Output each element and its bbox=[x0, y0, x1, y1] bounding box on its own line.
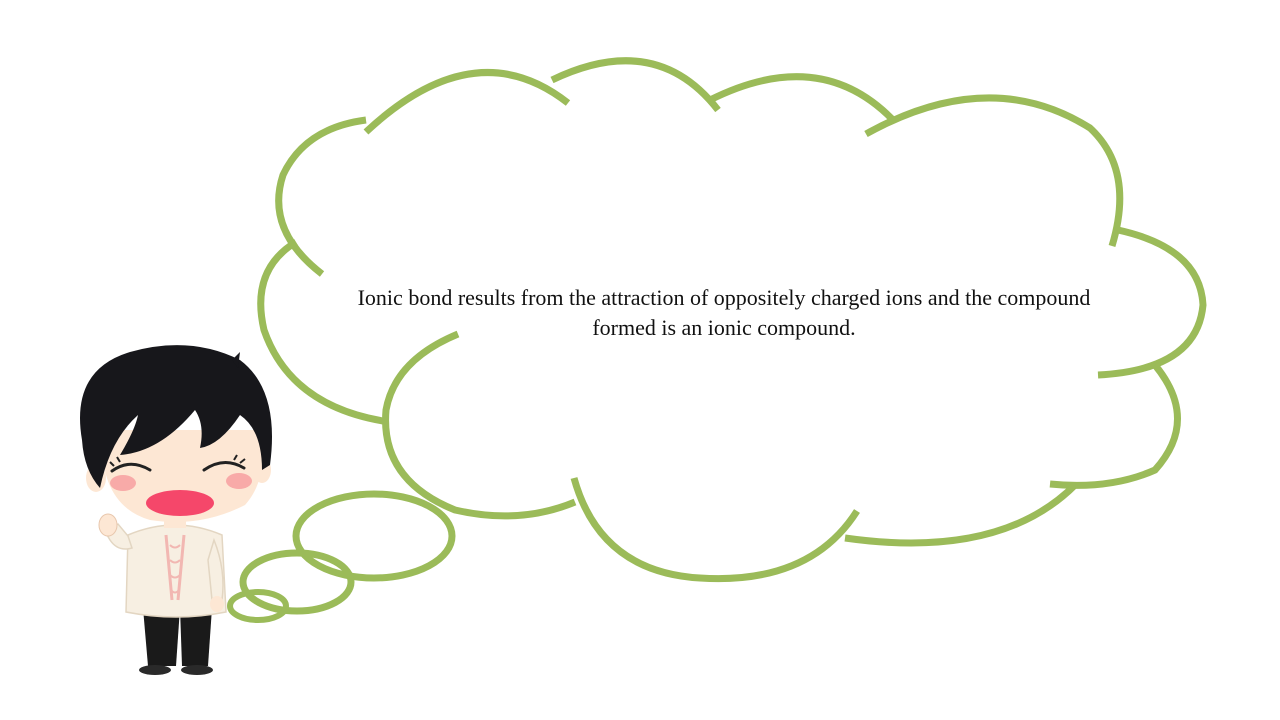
slide-graphics bbox=[80, 57, 1207, 675]
bubble-text: Ionic bond results from the attraction o… bbox=[300, 283, 1148, 343]
bubble-text-line-2: formed is an ionic compound. bbox=[592, 315, 856, 340]
thought-bubbles-icon bbox=[227, 490, 456, 623]
bubble-text-line-1: Ionic bond results from the attraction o… bbox=[357, 285, 1091, 310]
thinking-boy-icon bbox=[80, 345, 272, 675]
slide: Ionic bond results from the attraction o… bbox=[0, 0, 1280, 720]
